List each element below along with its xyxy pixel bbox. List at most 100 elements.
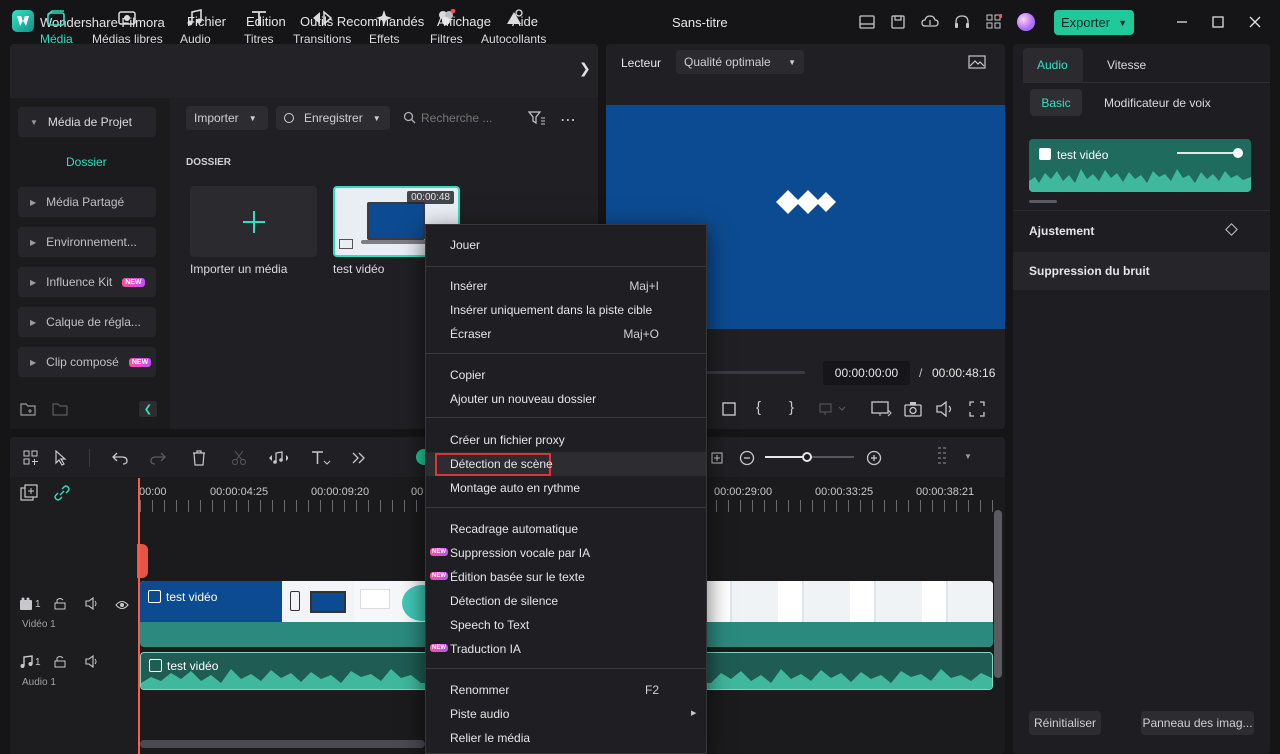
tab-media[interactable]: Média — [40, 8, 73, 46]
menu-item-ai-translation[interactable]: Traduction IA — [450, 642, 521, 656]
menu-item-overwrite[interactable]: Écraser — [450, 327, 491, 341]
track-height-icon[interactable] — [937, 446, 953, 471]
menu-item-copy[interactable]: Copier — [450, 368, 485, 382]
minimize-icon[interactable] — [1172, 12, 1192, 32]
search-input[interactable] — [421, 108, 511, 128]
tab-filters[interactable]: Filtres — [430, 8, 463, 46]
playhead[interactable] — [138, 478, 140, 754]
clip-marker-icon[interactable] — [819, 402, 849, 419]
menu-item-relink-media[interactable]: Relier le média — [450, 731, 530, 745]
apps-grid-icon[interactable] — [984, 12, 1004, 32]
close-icon[interactable] — [1245, 12, 1265, 32]
link-icon[interactable] — [53, 484, 71, 505]
sidebar-item-adjustment-layer[interactable]: ▶ Calque de régla... — [18, 307, 156, 337]
lock-icon[interactable] — [54, 597, 66, 613]
mark-out-icon[interactable]: } — [789, 399, 794, 416]
volume-icon[interactable] — [936, 400, 954, 420]
quality-dropdown[interactable]: Qualité optimale ▼ — [676, 50, 804, 74]
layout-icon[interactable] — [857, 12, 877, 32]
sidebar-item-influence-kit[interactable]: ▶ Influence Kit NEW — [18, 267, 156, 297]
menu-item-create-proxy[interactable]: Créer un fichier proxy — [450, 433, 565, 447]
tab-speed[interactable]: Vitesse — [1107, 58, 1146, 72]
chevron-right-icon[interactable]: ❯ — [579, 60, 591, 77]
reset-button[interactable]: Réinitialiser — [1029, 711, 1101, 735]
avatar[interactable] — [1017, 13, 1035, 31]
new-folder-icon[interactable] — [20, 401, 38, 420]
undo-icon[interactable] — [110, 448, 130, 468]
sidebar-item-compound-clip[interactable]: ▶ Clip composé NEW — [18, 347, 156, 377]
snap-icon[interactable] — [707, 448, 727, 468]
stop-icon[interactable] — [722, 402, 736, 419]
lock-icon[interactable] — [54, 655, 66, 671]
tab-stock-media[interactable]: Médias libres — [92, 8, 163, 46]
more-tools-icon[interactable] — [349, 448, 369, 468]
volume-slider-track[interactable] — [1177, 152, 1239, 154]
tab-transitions[interactable]: Transitions — [293, 8, 351, 46]
timeline-vertical-scrollbar[interactable] — [994, 510, 1002, 678]
sidebar-item-project-media[interactable]: ▼ Média de Projet — [18, 107, 156, 137]
menu-item-text-based-editing[interactable]: Édition basée sur le texte — [450, 570, 585, 584]
zoom-in-icon[interactable] — [864, 448, 884, 468]
fullscreen-icon[interactable] — [969, 401, 985, 420]
playback-progress-bar[interactable] — [706, 371, 805, 374]
layout-grid-icon[interactable] — [21, 448, 41, 468]
keyframe-panel-button[interactable]: Panneau des imag... — [1141, 711, 1254, 735]
mark-in-icon[interactable]: { — [756, 399, 761, 416]
menu-item-play[interactable]: Jouer — [450, 238, 480, 252]
collapse-sidebar-icon[interactable]: ❮ — [139, 401, 157, 417]
snapshot-image-icon[interactable] — [968, 55, 986, 72]
text-tool-icon[interactable] — [311, 448, 331, 468]
split-scissors-icon[interactable] — [229, 448, 249, 468]
save-icon[interactable] — [888, 12, 908, 32]
headset-icon[interactable] — [952, 12, 972, 32]
chevron-down-icon[interactable]: ▼ — [964, 452, 972, 461]
sidebar-item-shared-media[interactable]: ▶ Média Partagé — [18, 187, 156, 217]
filter-sort-icon[interactable] — [527, 110, 546, 129]
playhead-handle[interactable] — [137, 544, 148, 578]
select-pointer-icon[interactable] — [52, 448, 72, 468]
menu-item-rename[interactable]: Renommer — [450, 683, 509, 697]
menu-item-ai-vocal-remover[interactable]: Suppression vocale par IA — [450, 546, 590, 560]
camera-snapshot-icon[interactable] — [904, 401, 922, 420]
more-options-icon[interactable]: ⋯ — [560, 110, 577, 130]
menu-item-silence-detection[interactable]: Détection de silence — [450, 594, 558, 608]
cloud-upload-icon[interactable] — [920, 12, 940, 32]
maximize-icon[interactable] — [1208, 12, 1228, 32]
tab-audio[interactable]: Audio — [1037, 58, 1068, 72]
subtab-voice-changer[interactable]: Modificateur de voix — [1104, 96, 1211, 110]
remove-folder-icon[interactable] — [52, 401, 70, 420]
display-output-icon[interactable] — [871, 401, 893, 420]
redo-icon[interactable] — [148, 448, 168, 468]
sidebar-item-environment[interactable]: ▶ Environnement... — [18, 227, 156, 257]
menu-item-insert[interactable]: Insérer — [450, 279, 487, 293]
menu-item-auto-reframe[interactable]: Recadrage automatique — [450, 522, 578, 536]
tab-effects[interactable]: Effets — [369, 8, 399, 46]
subtab-basic[interactable]: Basic — [1030, 89, 1082, 116]
tab-audio[interactable]: Audio — [180, 8, 211, 46]
zoom-out-icon[interactable] — [737, 448, 757, 468]
tab-titles[interactable]: Titres — [244, 8, 274, 46]
export-button[interactable]: Exporter ▼ — [1054, 10, 1134, 35]
record-dropdown[interactable]: Enregistrer ▼ — [276, 106, 390, 130]
menu-item-scene-detection[interactable]: Détection de scène — [450, 457, 553, 471]
import-media-tile[interactable] — [190, 186, 317, 257]
delete-icon[interactable] — [189, 448, 209, 468]
volume-slider-handle[interactable] — [1233, 148, 1243, 158]
mute-speaker-icon[interactable] — [85, 654, 99, 671]
menu-item-auto-beat-sync[interactable]: Montage auto en rythme — [450, 481, 580, 495]
timeline-horizontal-scrollbar[interactable] — [140, 740, 425, 748]
mute-speaker-icon[interactable] — [85, 596, 99, 613]
sidebar-item-folder[interactable]: Dossier — [66, 155, 107, 169]
import-dropdown[interactable]: Importer ▼ — [186, 106, 268, 130]
menu-item-speech-to-text[interactable]: Speech to Text — [450, 618, 529, 632]
record-ai-icon[interactable] — [416, 449, 425, 465]
zoom-slider-handle[interactable] — [802, 452, 812, 462]
menu-item-insert-target[interactable]: Insérer uniquement dans la piste cible — [450, 303, 652, 317]
audio-clip-card[interactable]: test vidéo — [1029, 139, 1251, 192]
tab-stickers[interactable]: Autocollants — [481, 8, 546, 46]
audio-edit-icon[interactable] — [268, 448, 288, 468]
menu-item-new-folder[interactable]: Ajouter un nouveau dossier — [450, 392, 596, 406]
eye-visibility-icon[interactable] — [115, 599, 129, 613]
menu-item-audio-track[interactable]: Piste audio — [450, 707, 509, 721]
add-track-icon[interactable] — [20, 484, 38, 505]
